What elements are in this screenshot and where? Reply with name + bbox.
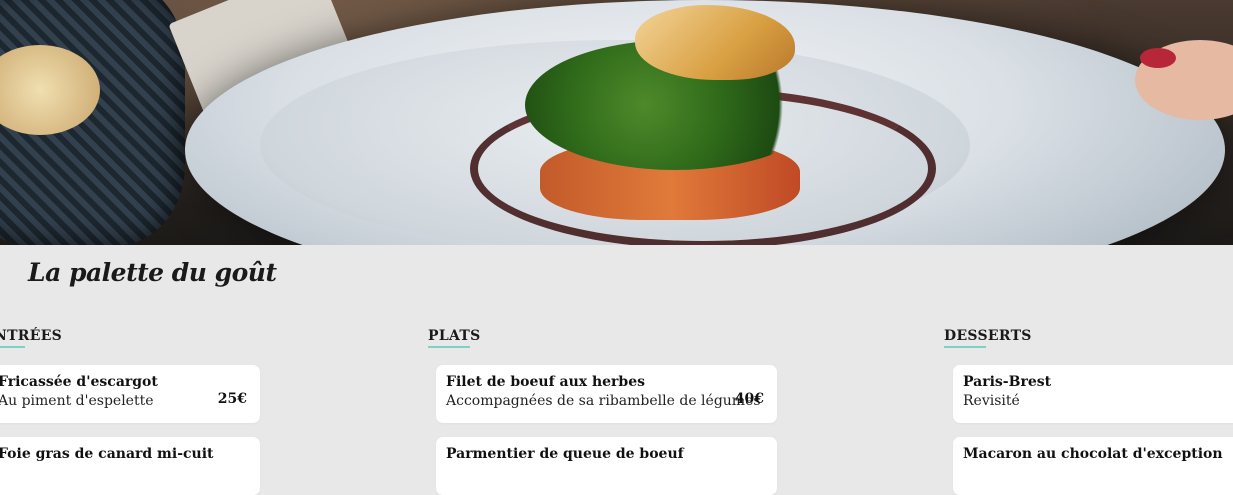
site-title: La palette du goût <box>28 258 277 287</box>
menu-item-card[interactable]: Macaron au chocolat d'exception <box>953 437 1233 495</box>
item-name: Fricassée d'escargot <box>0 374 158 390</box>
section-heading: DESSERTS <box>944 328 1032 348</box>
section-plats: PLATS <box>428 325 481 348</box>
menu-item-card[interactable]: Fricassée d'escargot Au piment d'espelet… <box>0 365 260 423</box>
item-price: 40€ <box>734 391 764 407</box>
item-description: Accompagnées de sa ribambelle de légumes <box>446 393 761 409</box>
hero-image <box>0 0 1233 245</box>
item-name: Paris-Brest <box>963 374 1052 390</box>
menu-item-card[interactable]: Filet de boeuf aux herbes Accompagnées d… <box>436 365 777 423</box>
section-heading: PLATS <box>428 328 481 348</box>
item-name: Filet de boeuf aux herbes <box>446 374 646 390</box>
menu-item-card[interactable]: Foie gras de canard mi-cuit <box>0 437 260 495</box>
item-name: Foie gras de canard mi-cuit <box>0 446 214 462</box>
item-description: Au piment d'espelette <box>0 393 154 409</box>
menu-item-card[interactable]: Paris-Brest Revisité <box>953 365 1233 423</box>
item-description: Revisité <box>963 393 1020 409</box>
section-desserts: DESSERTS <box>944 325 1032 348</box>
menu-item-card[interactable]: Parmentier de queue de boeuf <box>436 437 777 495</box>
item-price: 25€ <box>217 391 247 407</box>
item-name: Macaron au chocolat d'exception <box>963 446 1223 462</box>
fingernail <box>1140 48 1176 68</box>
section-heading: ENTRÉES <box>0 328 62 348</box>
section-entrees: ENTRÉES <box>0 325 62 348</box>
item-name: Parmentier de queue de boeuf <box>446 446 684 462</box>
